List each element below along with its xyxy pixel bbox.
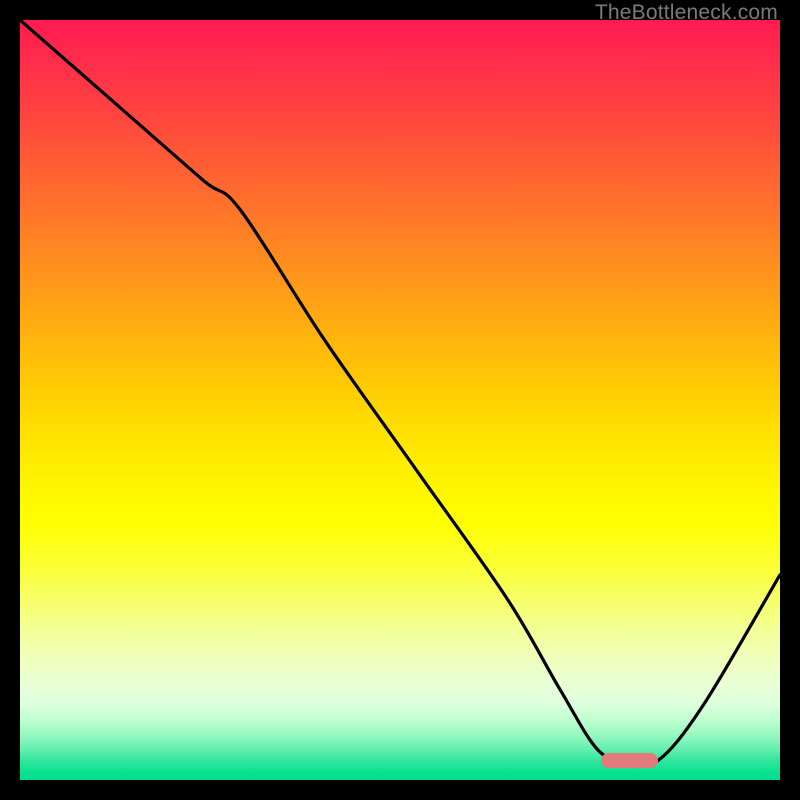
chart-frame (20, 20, 780, 780)
bottleneck-curve (20, 20, 780, 780)
watermark-text: TheBottleneck.com (595, 1, 778, 25)
optimal-range-marker (601, 753, 658, 768)
